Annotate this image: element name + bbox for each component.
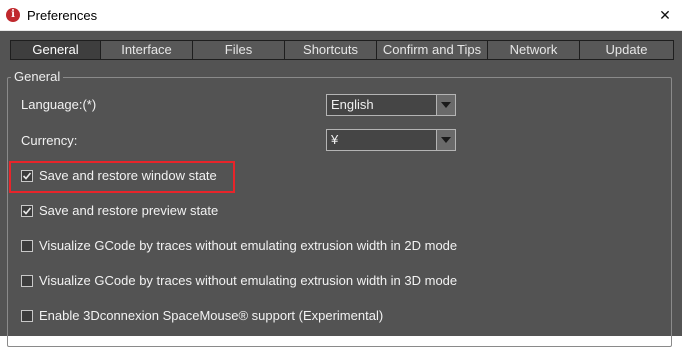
general-group-title: General xyxy=(11,68,64,86)
language-label: Language:(*) xyxy=(21,97,97,112)
tab-files[interactable]: Files xyxy=(193,40,285,60)
app-icon-glyph: i xyxy=(11,9,15,20)
checkbox[interactable] xyxy=(21,275,33,287)
checkmark-icon xyxy=(22,207,32,215)
chevron-down-icon xyxy=(441,137,451,143)
currency-label: Currency: xyxy=(21,133,78,148)
window-title: Preferences xyxy=(27,7,98,23)
option-spacemouse-support[interactable]: Enable 3Dconnexion SpaceMouse® support (… xyxy=(21,307,383,325)
checkbox[interactable] xyxy=(21,205,33,217)
close-button[interactable]: ✕ xyxy=(652,0,678,30)
tab-network[interactable]: Network xyxy=(488,40,580,60)
tab-confirm-and-tips[interactable]: Confirm and Tips xyxy=(377,40,488,60)
currency-dropdown-arrow[interactable] xyxy=(436,130,455,150)
tab-shortcuts[interactable]: Shortcuts xyxy=(285,40,377,60)
language-select[interactable]: English xyxy=(326,94,456,116)
tab-bar: General Interface Files Shortcuts Confir… xyxy=(10,40,674,60)
checkbox[interactable] xyxy=(21,170,33,182)
option-gcode-traces-3d[interactable]: Visualize GCode by traces without emulat… xyxy=(21,272,457,290)
language-dropdown-arrow[interactable] xyxy=(436,95,455,115)
option-label: Enable 3Dconnexion SpaceMouse® support (… xyxy=(39,308,384,323)
title-bar: i Preferences ✕ xyxy=(0,0,682,31)
preferences-panel: General Interface Files Shortcuts Confir… xyxy=(0,31,682,347)
tab-interface[interactable]: Interface xyxy=(101,40,193,60)
option-label: Visualize GCode by traces without emulat… xyxy=(39,273,458,288)
option-save-preview-state[interactable]: Save and restore preview state xyxy=(21,202,218,220)
chevron-down-icon xyxy=(441,102,451,108)
app-icon: i xyxy=(6,8,20,22)
currency-value: ¥ xyxy=(331,132,339,147)
currency-select[interactable]: ¥ xyxy=(326,129,456,151)
checkbox[interactable] xyxy=(21,240,33,252)
language-value: English xyxy=(331,97,374,112)
option-label: Save and restore preview state xyxy=(39,203,219,218)
checkbox[interactable] xyxy=(21,310,33,322)
checkmark-icon xyxy=(22,172,32,180)
tab-general[interactable]: General xyxy=(10,40,101,60)
tab-update[interactable]: Update xyxy=(580,40,674,60)
option-label: Visualize GCode by traces without emulat… xyxy=(39,238,458,253)
option-save-window-state[interactable]: Save and restore window state xyxy=(21,167,217,185)
option-gcode-traces-2d[interactable]: Visualize GCode by traces without emulat… xyxy=(21,237,457,255)
option-label: Save and restore window state xyxy=(39,168,217,183)
close-icon: ✕ xyxy=(659,6,671,23)
